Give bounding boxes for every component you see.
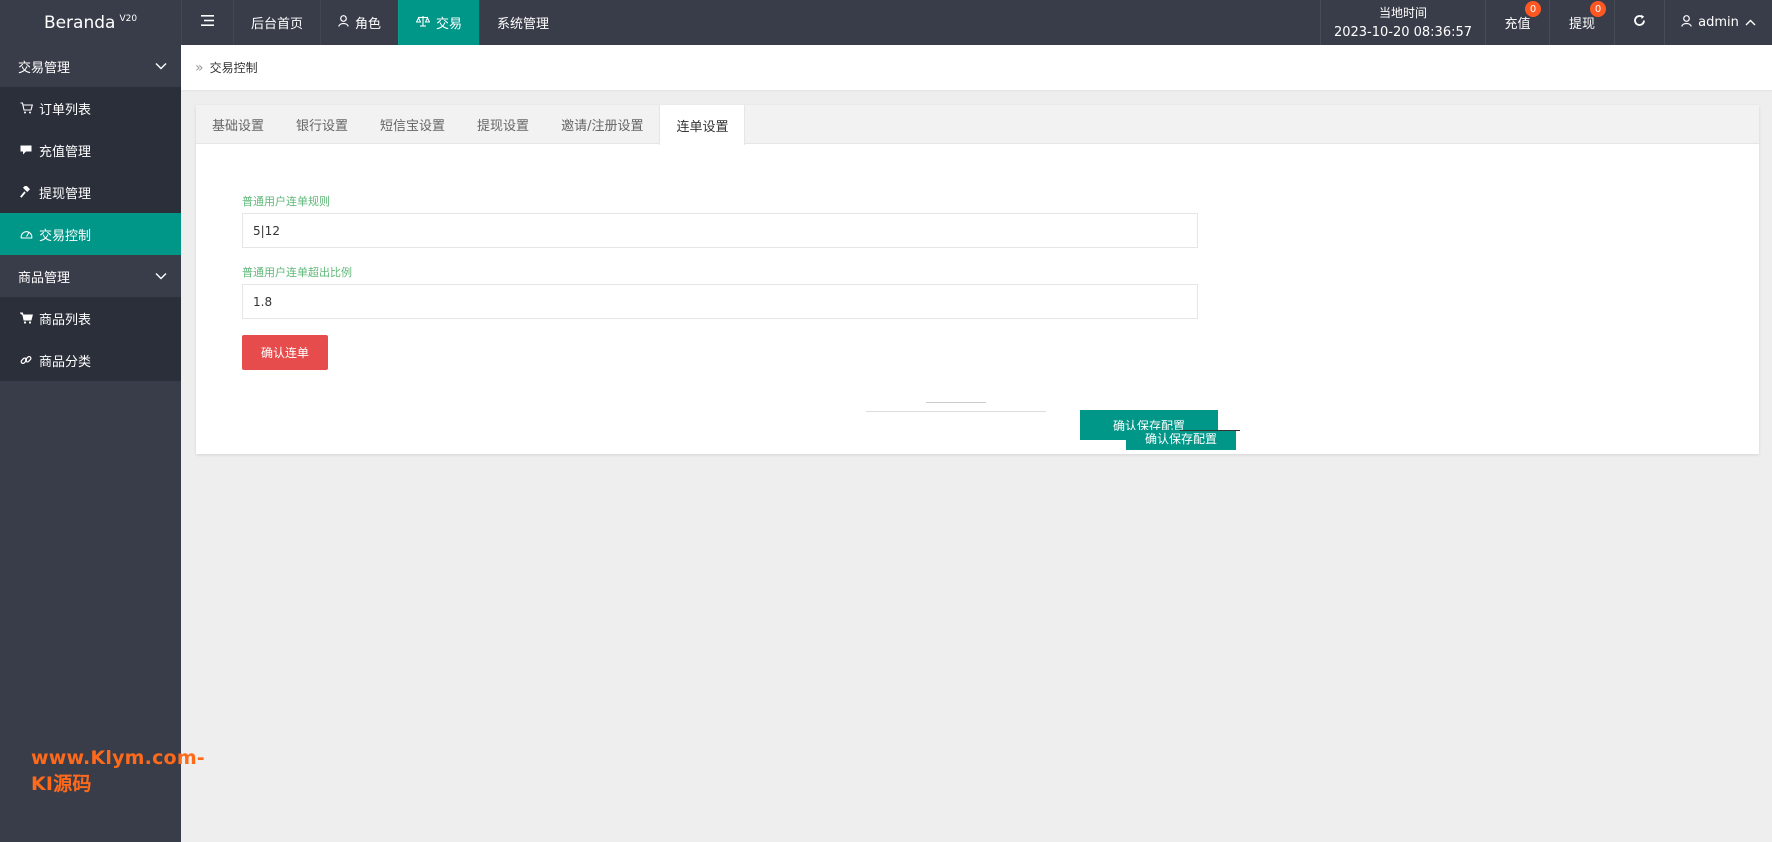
combo-order-form: 普通用户连单规则 普通用户连单超出比例 确认连单 <box>242 193 1198 370</box>
sidebar-item-withdraw[interactable]: 提现管理 <box>0 171 181 213</box>
user-icon <box>338 14 349 31</box>
user-menu[interactable]: admin <box>1664 0 1772 45</box>
double-chevron-icon: » <box>195 59 204 76</box>
withdraw-button[interactable]: 提现 0 <box>1549 0 1614 45</box>
glitch-line <box>1180 430 1240 431</box>
sidebar-item-label: 订单列表 <box>39 102 92 118</box>
chevron-down-icon <box>155 59 167 74</box>
topnav-trade-label: 交易 <box>436 17 463 32</box>
sidebar-item-trade-control[interactable]: 交易控制 <box>0 213 181 255</box>
rule-label: 普通用户连单规则 <box>242 195 330 208</box>
card-icon <box>19 145 33 155</box>
hamburger-icon <box>201 15 214 30</box>
glitch-line <box>866 411 1046 412</box>
user-icon <box>1681 14 1692 31</box>
topnav-home-label: 后台首页 <box>251 17 304 32</box>
sidebar-group-label: 商品管理 <box>18 270 71 286</box>
tab-withdraw[interactable]: 提现设置 <box>461 105 545 144</box>
sidebar-group-trade[interactable]: 交易管理 <box>0 45 181 87</box>
tab-bank[interactable]: 银行设置 <box>280 105 364 144</box>
topnav-system[interactable]: 系统管理 <box>479 0 566 45</box>
chevron-up-icon <box>1745 15 1756 30</box>
confirm-combo-button[interactable]: 确认连单 <box>242 335 328 370</box>
local-time-value: 2023-10-20 08:36:57 <box>1333 24 1473 40</box>
link-icon <box>19 354 33 366</box>
save-config-button-duplicate[interactable]: 确认保存配置 <box>1126 430 1236 450</box>
rule-field-group: 普通用户连单规则 <box>242 193 1198 248</box>
topnav-role-label: 角色 <box>355 17 382 32</box>
app-version: V20 <box>119 13 138 24</box>
top-nav: 后台首页 角色 交易 系统管理 <box>181 0 566 45</box>
sidebar-item-label: 提现管理 <box>39 186 92 202</box>
sidebar-submenu-goods: 商品列表 商品分类 <box>0 297 181 381</box>
sidebar-item-label: 商品列表 <box>39 312 92 328</box>
recharge-button[interactable]: 充值 0 <box>1485 0 1549 45</box>
tab-combo-order[interactable]: 连单设置 <box>659 105 746 145</box>
tab-invite-register[interactable]: 邀请/注册设置 <box>545 105 659 144</box>
tab-basic[interactable]: 基础设置 <box>196 105 280 144</box>
topnav-home[interactable]: 后台首页 <box>233 0 320 45</box>
topnav-role[interactable]: 角色 <box>320 0 398 45</box>
dashboard-icon <box>19 228 33 240</box>
sidebar-item-label: 交易控制 <box>39 228 92 244</box>
recharge-label: 充值 <box>1504 17 1531 32</box>
header-right: 当地时间 2023-10-20 08:36:57 充值 0 提现 0 admin <box>1320 0 1772 45</box>
ratio-label: 普通用户连单超出比例 <box>242 266 352 279</box>
ratio-input[interactable] <box>242 284 1198 319</box>
glitch-line <box>926 402 986 403</box>
withdraw-count-badge: 0 <box>1590 1 1606 17</box>
settings-tabs: 基础设置 银行设置 短信宝设置 提现设置 邀请/注册设置 连单设置 <box>196 105 1759 145</box>
sidebar-item-recharge[interactable]: 充值管理 <box>0 129 181 171</box>
gavel-icon <box>19 186 33 198</box>
breadcrumb: » 交易控制 <box>181 45 1772 90</box>
save-config-glitch: 确认保存配置 确认保存配置 <box>836 400 1240 460</box>
app-logo[interactable]: Beranda V20 <box>0 0 181 45</box>
sidebar-submenu-trade: 订单列表 充值管理 提现管理 交易控制 <box>0 87 181 255</box>
local-time: 当地时间 2023-10-20 08:36:57 <box>1320 0 1485 45</box>
sidebar-item-goods-list[interactable]: 商品列表 <box>0 297 181 339</box>
withdraw-label: 提现 <box>1568 17 1595 32</box>
refresh-icon <box>1633 14 1646 31</box>
rule-input[interactable] <box>242 213 1198 248</box>
topnav-trade[interactable]: 交易 <box>398 0 480 45</box>
topnav-system-label: 系统管理 <box>497 17 550 32</box>
sidebar-item-orders[interactable]: 订单列表 <box>0 87 181 129</box>
ratio-field-group: 普通用户连单超出比例 <box>242 264 1198 319</box>
chevron-down-icon <box>155 269 167 284</box>
watermark-text: www.Klym.com-KI源码 <box>31 747 205 795</box>
menu-toggle-button[interactable] <box>181 0 233 45</box>
sidebar-item-label: 商品分类 <box>39 354 92 370</box>
sidebar-group-goods[interactable]: 商品管理 <box>0 255 181 297</box>
breadcrumb-current: 交易控制 <box>209 61 258 75</box>
sidebar: 交易管理 订单列表 充值管理 提现管理 交易控制 商品管理 商品列表 商品分类 … <box>0 45 205 842</box>
recharge-count-badge: 0 <box>1525 1 1541 17</box>
cart-icon <box>19 102 33 114</box>
user-name: admin <box>1698 15 1739 30</box>
sidebar-group-label: 交易管理 <box>18 60 71 76</box>
sidebar-item-label: 充值管理 <box>39 144 92 160</box>
settings-panel: 基础设置 银行设置 短信宝设置 提现设置 邀请/注册设置 连单设置 普通用户连单… <box>196 105 1759 454</box>
shopping-cart-icon <box>19 312 33 324</box>
refresh-button[interactable] <box>1614 0 1664 45</box>
tab-sms[interactable]: 短信宝设置 <box>364 105 461 144</box>
app-name: Beranda <box>43 12 116 33</box>
sidebar-item-goods-category[interactable]: 商品分类 <box>0 339 181 381</box>
top-header: Beranda V20 后台首页 角色 交易 系统管理 当地时间 2023-10… <box>0 0 1772 45</box>
local-time-label: 当地时间 <box>1378 5 1427 20</box>
scale-icon <box>415 15 431 31</box>
